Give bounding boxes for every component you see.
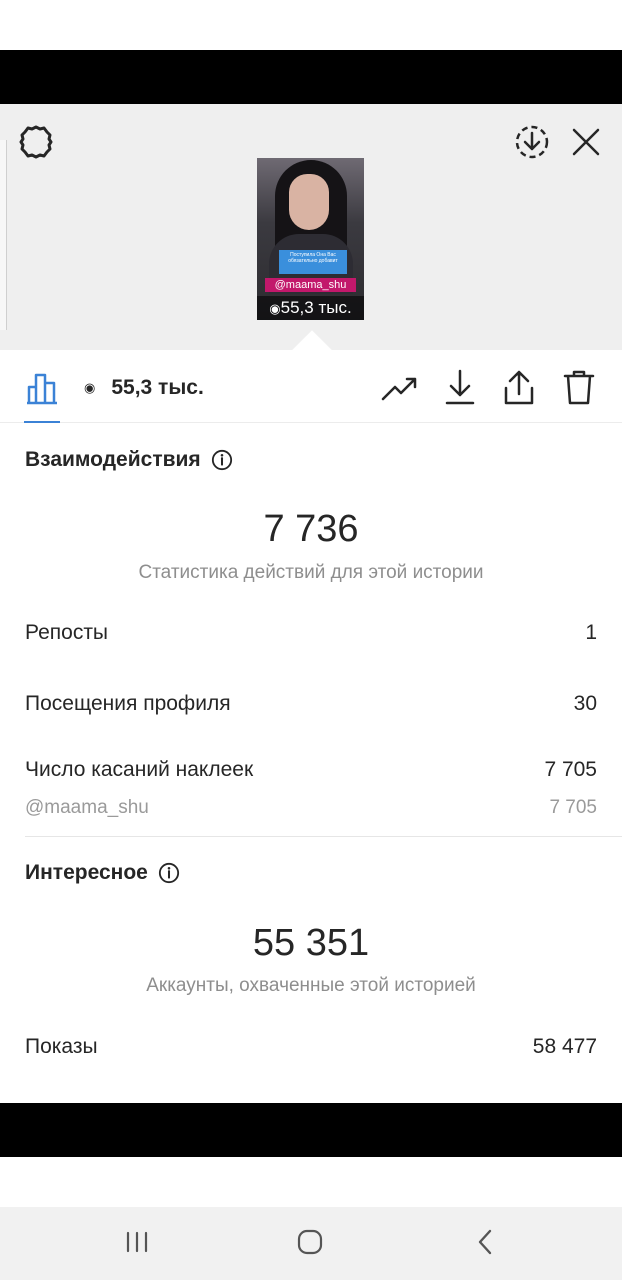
impressions-value: 58 477: [532, 1035, 597, 1058]
mention-sticker: @maama_shu: [265, 278, 356, 292]
reach-total: 55 351: [252, 922, 370, 964]
interactions-total: 7 736: [263, 508, 359, 550]
close-icon[interactable]: [564, 120, 608, 164]
thumbnail-views: ◉55,3 тыс.: [257, 296, 364, 320]
download-icon[interactable]: [438, 364, 482, 410]
views-count-label: 55,3 тыс.: [111, 376, 204, 399]
promote-trend-icon[interactable]: [378, 366, 422, 410]
question-sticker: Поступила Она Вас обязательно добавит: [279, 250, 347, 274]
recent-apps-icon[interactable]: [112, 1222, 162, 1262]
share-icon[interactable]: [497, 364, 541, 410]
section-divider: [25, 836, 622, 837]
impressions-label: Показы: [25, 1035, 98, 1058]
stats-tab-icon[interactable]: [22, 366, 62, 408]
interactions-caption: Статистика действий для этой истории: [138, 562, 484, 583]
discovery-section-title: Интересное: [25, 859, 180, 887]
interactions-title: Взаимодействия: [25, 448, 201, 471]
views-count: ◉ 55,3 тыс.: [84, 374, 204, 402]
discovery-title: Интересное: [25, 861, 148, 884]
delete-trash-icon[interactable]: [557, 364, 601, 410]
story-thumbnail[interactable]: Поступила Она Вас обязательно добавит @m…: [257, 158, 364, 320]
reposts-value: 1: [585, 621, 597, 644]
back-icon[interactable]: [460, 1222, 510, 1262]
bottom-black-bar: [0, 1103, 622, 1157]
profile-visits-label: Посещения профиля: [25, 692, 231, 715]
eye-icon: ◉: [269, 301, 281, 316]
reach-caption: Аккаунты, охваченные этой историей: [146, 975, 476, 996]
info-icon[interactable]: [211, 449, 233, 471]
profile-visits-value: 30: [573, 692, 597, 715]
settings-gear-icon[interactable]: [16, 122, 56, 162]
mention-taps-label[interactable]: @maama_shu: [25, 797, 149, 819]
thumbnail-views-label: 55,3 тыс.: [280, 298, 352, 317]
home-icon[interactable]: [285, 1222, 335, 1262]
sticker-taps-value: 7 705: [544, 758, 597, 781]
mention-taps-value: 7 705: [549, 797, 597, 818]
interactions-section-title: Взаимодействия: [25, 446, 233, 474]
sticker-taps-label: Число касаний наклеек: [25, 758, 254, 781]
active-tab-indicator: [24, 421, 60, 423]
eye-icon: ◉: [84, 380, 96, 395]
info-icon[interactable]: [158, 862, 180, 884]
top-black-bar: [0, 50, 622, 104]
save-story-icon[interactable]: [510, 120, 554, 164]
reposts-label: Репосты: [25, 621, 109, 644]
screen-edge: [0, 140, 7, 330]
